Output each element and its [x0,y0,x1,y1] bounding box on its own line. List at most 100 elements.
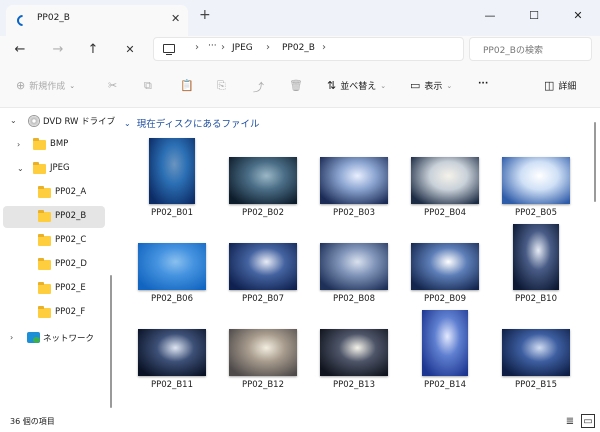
file-thumbnail[interactable]: PP02_B12 [221,306,305,392]
chevron-down-icon: ⌄ [124,118,131,128]
tree-item-jpeg[interactable]: ⌄ JPEG [3,158,105,180]
close-button[interactable]: ✕ [556,0,600,30]
file-name: PP02_B14 [424,380,466,390]
file-thumbnail[interactable]: PP02_B11 [130,306,214,392]
share-icon[interactable]: ⤴ [253,79,264,95]
rename-icon[interactable]: ⎘ [217,79,226,93]
file-thumbnail[interactable]: PP02_B10 [494,220,578,306]
new-button[interactable]: ⊕ 新規作成 ⌄ [16,79,75,92]
sidebar-scrollbar[interactable] [110,275,112,408]
image-preview [502,157,570,204]
file-name: PP02_B05 [515,208,557,218]
image-preview [229,157,297,204]
file-thumbnail[interactable]: PP02_B04 [403,134,487,220]
chevron-right-icon[interactable]: › [17,140,20,149]
image-preview [502,329,570,376]
image-preview [320,157,388,204]
chevron-right-icon: › [221,42,225,53]
image-preview [411,157,479,204]
file-thumbnail[interactable]: PP02_B02 [221,134,305,220]
chevron-down-icon[interactable]: ⌄ [10,116,17,125]
thumbnail-view-icon[interactable]: ▭ [581,414,595,428]
tree-item-pp02-d[interactable]: PP02_D [3,254,105,276]
forward-button[interactable]: → [48,40,68,58]
tab-pp02-b[interactable]: PP02_B ✕ [6,5,188,36]
folder-icon [38,234,51,246]
file-thumbnail[interactable]: PP02_B01 [130,134,214,220]
file-name: PP02_B10 [515,294,557,304]
file-thumbnail[interactable]: PP02_B05 [494,134,578,220]
file-thumbnail[interactable]: PP02_B03 [312,134,396,220]
tree-item-dvd-drive[interactable]: ⌄ DVD RW ドライブ [3,110,115,132]
file-thumbnail[interactable]: PP02_B06 [130,220,214,306]
new-label: 新規作成 [29,82,66,92]
command-bar: ⊕ 新規作成 ⌄ ✂ ⧉ 📋 ⎘ ⤴ 🗑 ⇅ 並べ替え ⌄ ▭ 表示 ⌄ ···… [0,62,600,108]
tree-item-pp02-a[interactable]: PP02_A [3,182,105,204]
tree-item-network[interactable]: › ネットワーク [3,327,105,349]
image-preview [411,243,479,290]
tree-item-pp02-c[interactable]: PP02_C [3,230,105,252]
delete-icon[interactable]: 🗑 [289,79,303,92]
details-label: 詳細 [558,82,577,92]
image-preview [138,329,206,376]
chevron-down-icon[interactable]: ⌄ [17,164,24,173]
address-bar[interactable]: ··· › › JPEG › PP02_B › [153,37,464,61]
details-button[interactable]: ◫ 詳細 [544,79,576,92]
group-header[interactable]: ⌄ 現在ディスクにあるファイル [124,116,260,131]
view-button[interactable]: ▭ 表示 ⌄ [410,79,452,92]
file-name: PP02_B03 [333,208,375,218]
plus-circle-icon: ⊕ [16,79,26,92]
breadcrumb-jpeg[interactable]: JPEG [232,43,253,53]
breadcrumb-pp02-b[interactable]: PP02_B [282,43,315,53]
chevron-right-icon: › [266,42,270,53]
view-label: 表示 [424,82,443,92]
tree-label: PP02_D [55,259,87,269]
folder-icon [33,162,46,174]
folder-icon [38,210,51,222]
file-thumbnail[interactable]: PP02_B07 [221,220,305,306]
file-thumbnail[interactable]: PP02_B09 [403,220,487,306]
file-thumbnail[interactable]: PP02_B14 [403,306,487,392]
chevron-down-icon: ⌄ [446,81,453,90]
stop-button[interactable]: ✕ [120,40,140,58]
file-thumbnail[interactable]: PP02_B08 [312,220,396,306]
tree-label: PP02_F [55,307,86,317]
file-view: ⌄ 現在ディスクにあるファイル PP02_B01 PP02_B02 PP02_B03… [118,108,600,410]
tree-item-pp02-f[interactable]: PP02_F [3,302,105,324]
details-view-icon[interactable]: ≣ [563,414,577,428]
image-preview [320,243,388,290]
image-preview [513,224,559,290]
new-tab-button[interactable]: + [199,8,211,22]
copy-icon[interactable]: ⧉ [144,79,152,93]
folder-icon [38,258,51,270]
content-scrollbar[interactable] [594,122,596,202]
sort-button[interactable]: ⇅ 並べ替え ⌄ [327,79,386,92]
maximize-button[interactable]: ☐ [512,0,556,30]
paste-icon[interactable]: 📋 [180,79,194,92]
image-preview [320,329,388,376]
image-preview [422,310,468,376]
tree-label: ネットワーク [43,334,95,344]
file-thumbnail[interactable]: PP02_B15 [494,306,578,392]
tree-item-pp02-b[interactable]: PP02_B [3,206,105,228]
breadcrumb-overflow[interactable]: ··· [208,41,217,51]
status-bar: 36 個の項目 ≣ ▭ [0,410,600,432]
tree-item-bmp[interactable]: › BMP [3,134,105,156]
up-button[interactable]: ↑ [83,40,103,58]
file-name: PP02_B12 [242,380,284,390]
tab-close-icon[interactable]: ✕ [171,12,180,25]
search-input[interactable]: PP02_Bの検索 [469,37,592,61]
group-title: 現在ディスクにあるファイル [136,119,260,130]
file-thumbnail[interactable]: PP02_B13 [312,306,396,392]
file-name: PP02_B01 [151,208,193,218]
chevron-right-icon[interactable]: › [10,333,13,342]
dvd-drive-icon [28,115,40,127]
tree-item-pp02-e[interactable]: PP02_E [3,278,105,300]
navigation-pane: ⌄ DVD RW ドライブ › BMP ⌄ JPEG PP02_A PP02_B… [0,108,118,410]
sort-icon: ⇅ [327,79,337,92]
back-button[interactable]: ← [10,40,30,58]
cut-icon[interactable]: ✂ [108,79,117,92]
more-options-button[interactable]: ··· [478,79,488,89]
details-pane-icon: ◫ [544,79,555,92]
minimize-button[interactable]: — [468,0,512,30]
